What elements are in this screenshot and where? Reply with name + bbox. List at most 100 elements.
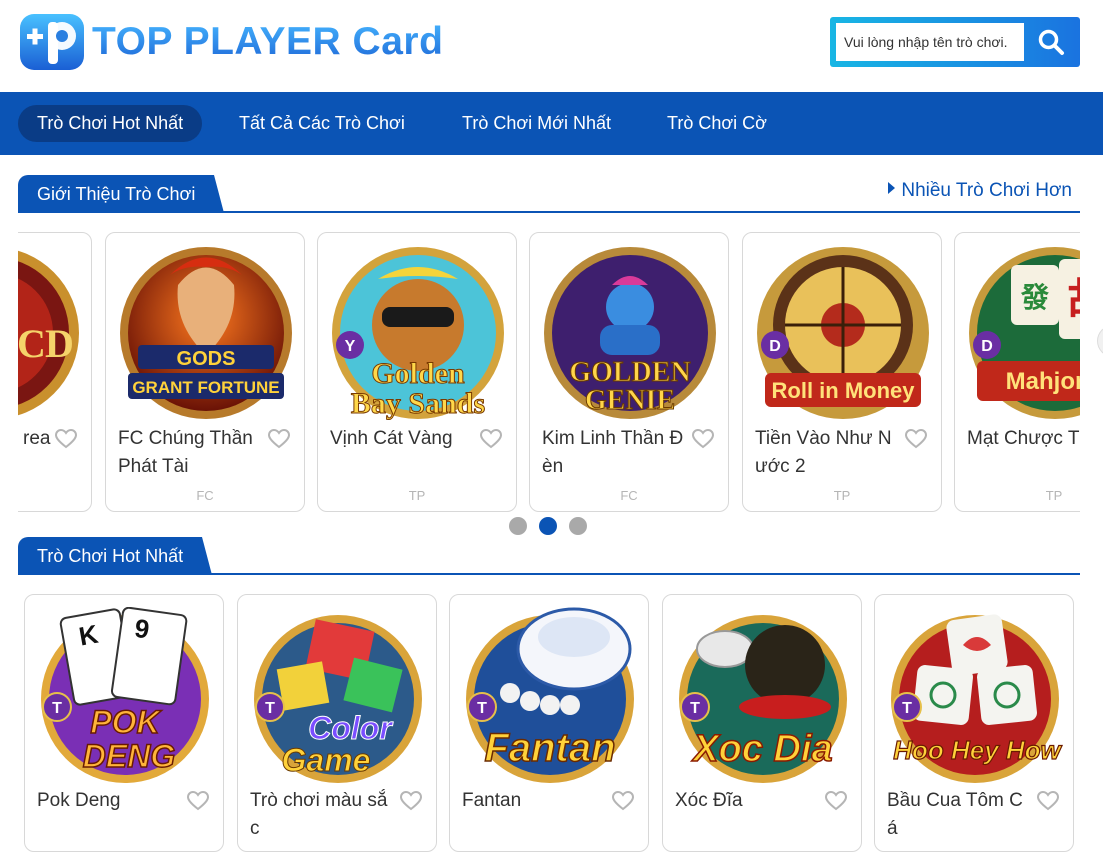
carousel-dot-1[interactable] [509, 517, 527, 535]
svg-text:C: C [18, 321, 46, 366]
game-card[interactable]: D C rea [18, 232, 92, 512]
heart-icon[interactable] [691, 428, 715, 449]
intro-section-title: Giới Thiệu Trò Chơi [18, 175, 225, 213]
brand-logo[interactable]: TOP PLAYER Card [18, 12, 443, 72]
svg-text:Color: Color [308, 710, 393, 746]
intro-section-header: Giới Thiệu Trò Chơi Nhiều Trò Chơi Hơn [18, 173, 1080, 213]
game-name: Vịnh Cát Vàng [330, 428, 453, 449]
heart-icon[interactable] [904, 428, 928, 449]
game-thumbnail: D Roll in Money [755, 245, 931, 421]
carousel-dot-3[interactable] [569, 517, 587, 535]
game-card[interactable]: Y Golden Bay Sands Vịnh Cát Vàng TP [317, 232, 517, 512]
game-name: FC Chúng Thần Phát Tài [118, 428, 253, 477]
site-header: TOP PLAYER Card [0, 0, 1103, 92]
logo-icon [18, 12, 86, 72]
svg-text:DENG: DENG [83, 738, 175, 774]
heart-icon[interactable] [611, 790, 635, 811]
heart-icon[interactable] [824, 790, 848, 811]
game-card[interactable]: D Roll in Money Tiền Vào Như N ước 2 TP [742, 232, 942, 512]
svg-text:Golden: Golden [371, 357, 465, 390]
heart-icon[interactable] [1036, 790, 1060, 811]
svg-text:T: T [477, 700, 487, 717]
search-bar [830, 17, 1080, 67]
game-name: Fantan [462, 790, 522, 811]
svg-text:Hoo Hey How: Hoo Hey How [893, 735, 1062, 765]
nav-new-games[interactable]: Trò Chơi Mới Nhất [443, 105, 630, 142]
game-provider: FC [620, 488, 638, 503]
svg-text:GRANT FORTUNE: GRANT FORTUNE [132, 378, 279, 397]
svg-text:Xoc Dia: Xoc Dia [691, 728, 832, 770]
game-thumbnail: D C [18, 245, 81, 421]
game-name: Tiền Vào Như N ước 2 [755, 428, 892, 477]
svg-text:T: T [690, 700, 700, 717]
game-thumbnail: T Fantan [462, 607, 638, 783]
hot-section-header: Trò Chơi Hot Nhất [18, 535, 1080, 575]
game-thumbnail: T Xoc Dia [675, 607, 851, 783]
game-card[interactable]: GOLDEN GENIE Kim Linh Thần Đ èn FC [529, 232, 729, 512]
heart-icon[interactable] [267, 428, 291, 449]
svg-text:Roll in Money: Roll in Money [772, 378, 916, 403]
game-provider: FC [196, 488, 214, 503]
heart-icon[interactable] [399, 790, 423, 811]
heart-icon[interactable] [54, 428, 78, 449]
hot-section-title: Trò Chơi Hot Nhất [18, 537, 213, 575]
game-name: Trò chơi màu sắ c [250, 790, 388, 839]
more-games-link[interactable]: Nhiều Trò Chơi Hơn [888, 180, 1072, 202]
heart-icon[interactable] [479, 428, 503, 449]
search-button[interactable] [1026, 21, 1076, 63]
nav-hot-games[interactable]: Trò Chơi Hot Nhất [18, 105, 203, 142]
game-card[interactable]: T Xoc Dia Xóc Đĩa [662, 594, 862, 852]
svg-text:T: T [902, 700, 912, 717]
game-thumbnail: T Hoo Hey How [887, 607, 1063, 783]
game-thumbnail: T Color Game [250, 607, 426, 783]
svg-text:胡: 胡 [1067, 276, 1080, 325]
svg-text:GODS: GODS [177, 348, 236, 370]
intro-carousel[interactable]: D C rea GODS GRANT FORTUNE FC Chúng Thần… [18, 232, 1080, 512]
svg-text:D: D [45, 321, 74, 366]
search-icon [1038, 29, 1064, 55]
heart-icon[interactable] [186, 790, 210, 811]
game-card[interactable]: GODS GRANT FORTUNE FC Chúng Thần Phát Tà… [105, 232, 305, 512]
carousel-pagination [509, 517, 587, 535]
svg-text:T: T [52, 700, 62, 717]
nav-all-games[interactable]: Tất Cả Các Trò Chơi [220, 105, 424, 142]
svg-text:D: D [769, 338, 781, 355]
svg-text:GENIE: GENIE [585, 385, 675, 416]
game-provider: TP [408, 488, 426, 503]
badge-y: Y [345, 338, 356, 355]
game-name: Kim Linh Thần Đ èn [542, 428, 684, 477]
hot-games-grid: K 9 T POK DENG Pok Deng T Color Game Trò… [18, 594, 1080, 858]
game-card[interactable]: 發 胡 D Mahjong Mạt Chược T g TP [954, 232, 1080, 512]
svg-text:發: 發 [1020, 282, 1049, 314]
game-provider: TP [1045, 488, 1063, 503]
svg-text:POK: POK [90, 704, 162, 740]
game-provider: TP [833, 488, 851, 503]
game-name: Mạt Chược T g [967, 428, 1080, 449]
game-card[interactable]: T Color Game Trò chơi màu sắ c [237, 594, 437, 852]
game-thumbnail: GODS GRANT FORTUNE [118, 245, 294, 421]
game-name: Xóc Đĩa [675, 790, 743, 811]
svg-text:D: D [981, 338, 993, 355]
game-thumbnail: Y Golden Bay Sands [330, 245, 506, 421]
carousel-dot-2[interactable] [539, 517, 557, 535]
game-card[interactable]: T Fantan Fantan [449, 594, 649, 852]
nav-board-games[interactable]: Trò Chơi Cờ [648, 105, 786, 142]
svg-text:T: T [265, 700, 275, 717]
game-thumbnail: 發 胡 D Mahjong [967, 245, 1080, 421]
game-name: Bầu Cua Tôm C á [887, 790, 1023, 839]
game-card[interactable]: K 9 T POK DENG Pok Deng [24, 594, 224, 852]
search-input[interactable] [836, 23, 1024, 61]
svg-text:Fantan: Fantan [484, 726, 615, 770]
main-nav: Trò Chơi Hot Nhất Tất Cả Các Trò Chơi Tr… [0, 92, 1103, 155]
svg-text:Game: Game [282, 742, 371, 778]
game-thumbnail: K 9 T POK DENG [37, 606, 213, 783]
game-card[interactable]: T Hoo Hey How Bầu Cua Tôm C á [874, 594, 1074, 852]
svg-text:Bay Sands: Bay Sands [351, 387, 485, 420]
triangle-right-icon [888, 182, 896, 194]
game-thumbnail: GOLDEN GENIE [542, 245, 718, 421]
carousel-next-handle[interactable] [1097, 325, 1103, 357]
more-games-label: Nhiều Trò Chơi Hơn [901, 180, 1072, 201]
brand-name: TOP PLAYER Card [92, 20, 444, 63]
game-name: Pok Deng [37, 790, 121, 811]
svg-text:Mahjong: Mahjong [1006, 368, 1080, 395]
